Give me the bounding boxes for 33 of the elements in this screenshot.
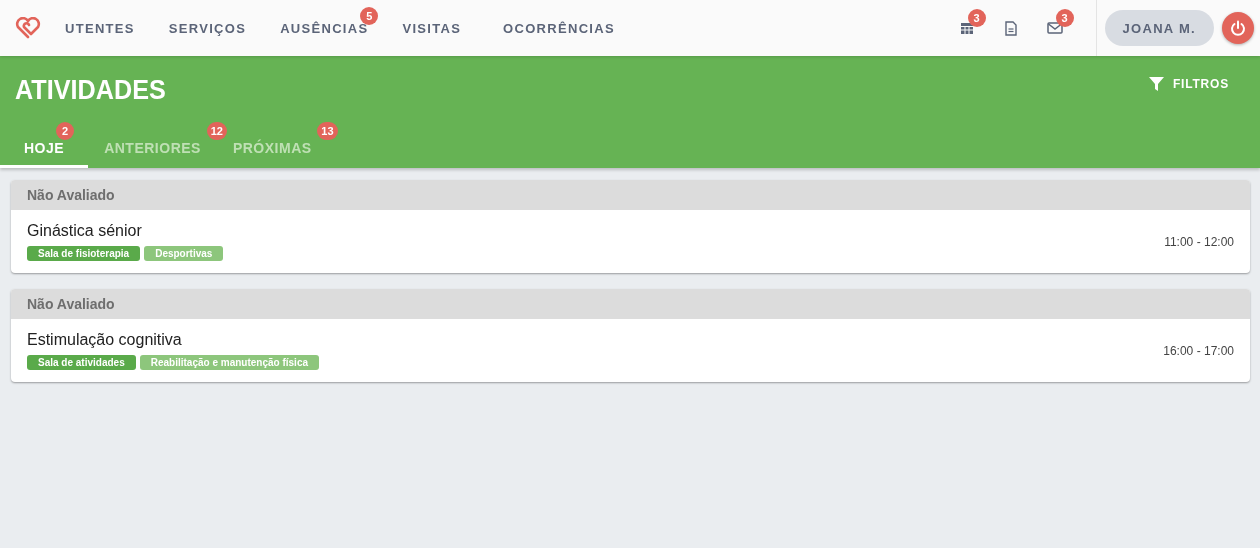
logout-button[interactable]	[1222, 12, 1254, 44]
time-range: 16:00 - 17:00	[1163, 343, 1234, 358]
calendar-button[interactable]: 3	[944, 8, 989, 48]
tag: Sala de atividades	[27, 355, 136, 370]
filter-icon	[1148, 77, 1164, 91]
heart-logo-icon[interactable]	[15, 17, 41, 39]
count-badge: 13	[317, 122, 338, 140]
count-badge: 2	[56, 122, 75, 140]
count-badge: 3	[967, 9, 986, 27]
tag: Reabilitação e manutenção física	[139, 355, 319, 370]
activity-card[interactable]: Não Avaliado Ginástica sénior Sala de fisioterapia Desportivas 11:00 - 12:00	[11, 180, 1250, 273]
document-icon	[1004, 20, 1017, 36]
tag: Sala de fisioterapia	[27, 246, 141, 261]
count-badge: 3	[1055, 9, 1074, 27]
count-badge: 12	[206, 122, 227, 140]
nav-link[interactable]: OCORRÊNCIAS	[503, 21, 615, 36]
nav-link[interactable]: UTENTES	[65, 21, 135, 36]
user-button[interactable]: JOANA M.	[1104, 10, 1214, 46]
mail-button[interactable]: 3	[1032, 8, 1077, 48]
tag: Desportivas	[144, 246, 224, 261]
count-badge: 5	[360, 7, 379, 25]
status-header: Não Avaliado	[11, 180, 1250, 210]
calendar-icon	[959, 21, 974, 35]
envelope-icon	[1046, 22, 1063, 34]
time-range: 11:00 - 12:00	[1164, 234, 1234, 249]
activity-title: Estimulação cognitiva	[27, 331, 183, 349]
activity-card[interactable]: Não Avaliado Estimulação cognitiva Sala de atividades Reabilitação e manutenção física 16:00 - 17:00	[11, 289, 1250, 382]
nav-link[interactable]: VISITAS	[402, 21, 462, 36]
activity-title: Ginástica sénior	[27, 222, 143, 240]
status-header: Não Avaliado	[11, 289, 1250, 319]
nav-link[interactable]: SERVIÇOS	[168, 21, 247, 36]
power-icon	[1230, 20, 1246, 36]
page-title: ATIVIDADES	[15, 73, 166, 106]
